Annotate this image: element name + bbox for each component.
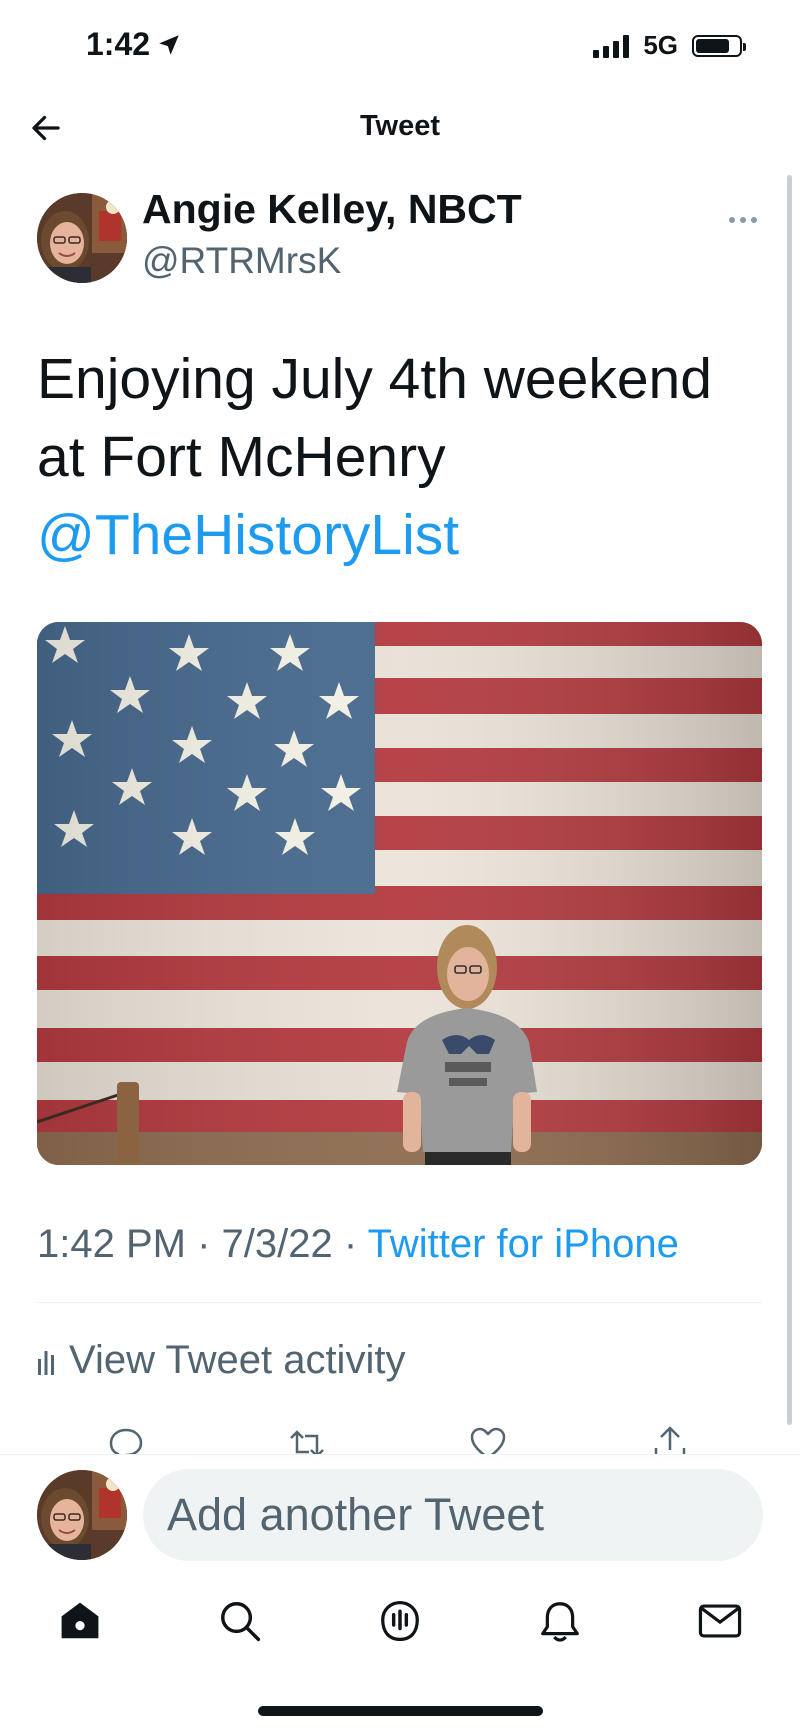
more-dots-icon [729,217,757,223]
spaces-icon [381,1600,419,1642]
tab-home[interactable] [55,1596,105,1646]
author-handle[interactable]: @RTRMrsK [142,240,341,282]
activity-chart-icon [38,1350,54,1375]
view-tweet-activity-button[interactable]: View Tweet activity [37,1338,405,1383]
avatar-photo [37,193,127,283]
tweet-date: 7/3/22 [221,1222,333,1266]
avatar-photo [37,1470,127,1560]
meta-separator: · [343,1222,358,1266]
status-bar-indicators: 5G [593,30,746,61]
activity-label: View Tweet activity [69,1338,406,1382]
tweet-source-link[interactable]: Twitter for iPhone [368,1222,679,1266]
share-icon [654,1426,686,1456]
network-label: 5G [643,30,678,60]
meta-separator: · [197,1222,211,1266]
battery-icon [692,34,746,57]
composer-avatar[interactable] [37,1470,127,1560]
like-button[interactable] [466,1424,510,1456]
reply-icon [109,1428,143,1456]
tab-spaces[interactable] [375,1596,425,1646]
signal-icon [593,34,630,58]
author-name[interactable]: Angie Kelley, NBCT [142,186,522,233]
tweet-text: Enjoying July 4th weekend at Fort McHenr… [37,340,767,574]
status-time-text: 1:42 [86,26,151,62]
mention-link[interactable]: @TheHistoryList [37,496,767,574]
tab-notifications[interactable] [535,1596,585,1646]
like-icon [470,1427,506,1456]
messages-icon [698,1604,742,1638]
divider [37,1302,762,1303]
home-icon [61,1602,99,1639]
tab-search[interactable] [215,1596,265,1646]
page-title: Tweet [359,110,441,142]
location-arrow-icon [159,34,179,55]
retweet-icon [290,1430,324,1456]
retweet-button[interactable] [285,1424,329,1456]
tweet-photo[interactable] [37,622,762,1165]
tweet-text-line: at Fort McHenry [37,425,446,489]
search-icon [221,1602,261,1642]
scroll-indicator[interactable] [787,175,792,1425]
author-avatar[interactable] [37,193,127,283]
add-tweet-placeholder: Add another Tweet [167,1489,544,1540]
more-options-button[interactable] [728,198,758,232]
add-tweet-input[interactable]: Add another Tweet [143,1469,763,1561]
notifications-icon [541,1602,579,1642]
share-button[interactable] [648,1424,692,1456]
tweet-meta: 1:42 PM · 7/3/22 · Twitter for iPhone [37,1222,679,1267]
flag-photo [37,622,762,1165]
tab-messages[interactable] [695,1596,745,1646]
tweet-text-line: Enjoying July 4th weekend [37,347,712,411]
tweet-time: 1:42 PM [37,1222,186,1266]
home-indicator[interactable] [258,1706,543,1716]
status-bar-time: 1:42 [86,26,182,63]
reply-button[interactable] [104,1424,148,1456]
